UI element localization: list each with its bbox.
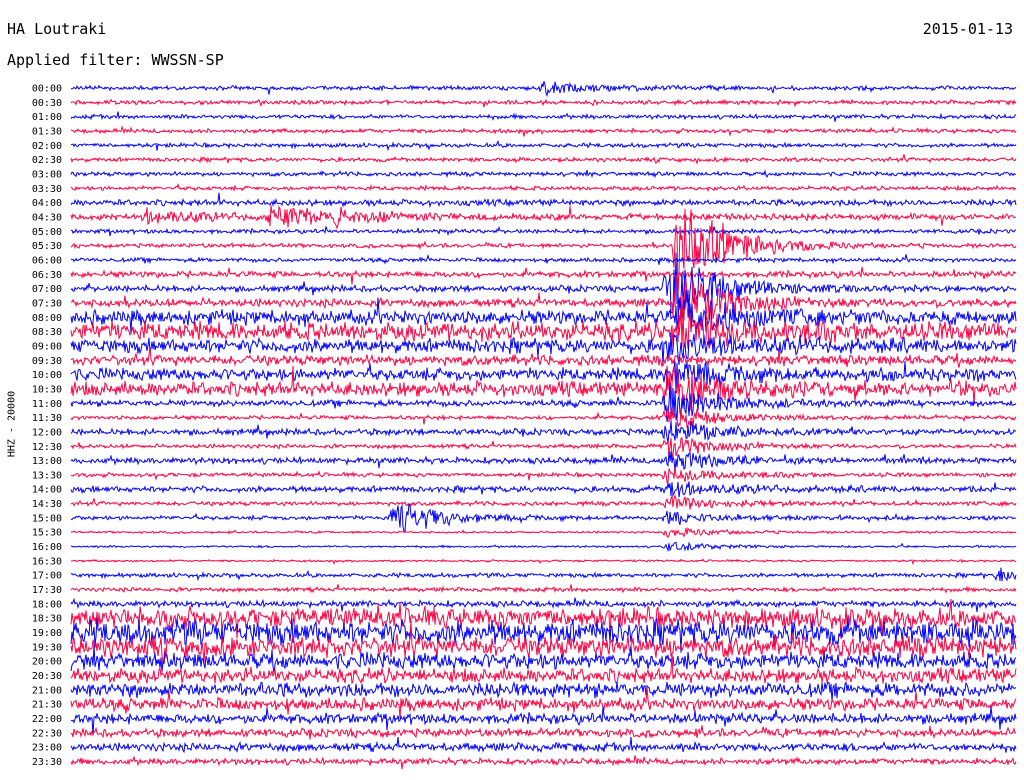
row-time-label: 01:30 bbox=[32, 126, 62, 137]
trace-line bbox=[70, 725, 1017, 740]
trace-line bbox=[70, 111, 1017, 122]
row-time-label: 19:30 bbox=[32, 642, 62, 653]
row-time-label: 19:00 bbox=[32, 628, 62, 639]
row-time-label: 06:00 bbox=[32, 255, 62, 266]
row-time-label: 13:00 bbox=[32, 456, 62, 467]
row-time-label: 16:30 bbox=[32, 556, 62, 567]
row-time-label: 11:00 bbox=[32, 399, 62, 410]
row-time-label: 06:30 bbox=[32, 270, 62, 281]
row-time-label: 18:30 bbox=[32, 614, 62, 625]
trace-line bbox=[70, 183, 1017, 193]
trace-line bbox=[71, 558, 1017, 566]
row-time-label: 05:30 bbox=[32, 241, 62, 252]
row-time-label: 17:00 bbox=[32, 571, 62, 582]
trace-line bbox=[70, 154, 1017, 165]
trace-line bbox=[71, 541, 1017, 553]
row-time-label: 13:30 bbox=[32, 470, 62, 481]
trace-line bbox=[70, 289, 1017, 335]
trace-line bbox=[70, 527, 1017, 538]
row-time-label: 12:30 bbox=[32, 442, 62, 453]
row-time-label: 23:00 bbox=[32, 743, 62, 754]
trace-line bbox=[70, 347, 1017, 368]
trace-line bbox=[70, 680, 1017, 702]
trace-line bbox=[70, 81, 1017, 98]
row-time-label: 14:00 bbox=[32, 485, 62, 496]
row-time-label: 01:00 bbox=[32, 112, 62, 123]
trace-line bbox=[70, 254, 1017, 265]
trace-line bbox=[70, 169, 1017, 179]
row-time-label: 07:30 bbox=[32, 298, 62, 309]
trace-line bbox=[71, 466, 1017, 483]
trace-line bbox=[70, 567, 1017, 582]
row-time-label: 15:30 bbox=[32, 528, 62, 539]
trace-line bbox=[70, 208, 1017, 297]
row-time-label: 00:30 bbox=[32, 98, 62, 109]
trace-line bbox=[70, 481, 1017, 498]
helicorder-plot: 00:00 00:30 01:00 01:30 02:00 02:30 03:00 03:30… bbox=[32, 81, 1017, 770]
trace-line bbox=[70, 125, 1017, 137]
row-time-label: 03:30 bbox=[32, 184, 62, 195]
trace-line bbox=[70, 503, 1017, 532]
trace-line bbox=[70, 274, 1017, 336]
row-time-label: 20:00 bbox=[32, 657, 62, 668]
row-time-label: 04:00 bbox=[32, 198, 62, 209]
trace-line bbox=[70, 192, 1017, 209]
row-time-label: 20:30 bbox=[32, 671, 62, 682]
row-time-label: 18:00 bbox=[32, 599, 62, 610]
row-time-label: 22:30 bbox=[32, 728, 62, 739]
row-time-label: 08:00 bbox=[32, 313, 62, 324]
row-time-label: 12:00 bbox=[32, 427, 62, 438]
row-time-label: 21:00 bbox=[32, 685, 62, 696]
trace-line bbox=[70, 736, 1017, 754]
row-time-label: 16:00 bbox=[32, 542, 62, 553]
row-time-label: 09:00 bbox=[32, 341, 62, 352]
row-time-label: 11:30 bbox=[32, 413, 62, 424]
row-time-label: 23:30 bbox=[32, 757, 62, 768]
row-time-label: 21:30 bbox=[32, 700, 62, 711]
row-time-label: 17:30 bbox=[32, 585, 62, 596]
row-time-label: 10:00 bbox=[32, 370, 62, 381]
row-time-label: 00:00 bbox=[32, 84, 62, 95]
row-time-label: 07:00 bbox=[32, 284, 62, 295]
row-time-label: 02:30 bbox=[32, 155, 62, 166]
trace-line bbox=[70, 494, 1017, 510]
row-time-label: 10:30 bbox=[32, 384, 62, 395]
trace-line bbox=[70, 406, 1017, 429]
row-time-label: 03:00 bbox=[32, 169, 62, 180]
trace-line bbox=[70, 755, 1017, 770]
row-time-label: 08:30 bbox=[32, 327, 62, 338]
trace-line bbox=[70, 266, 1017, 285]
row-time-label: 14:30 bbox=[32, 499, 62, 510]
row-time-label: 15:00 bbox=[32, 513, 62, 524]
trace-line bbox=[70, 451, 1017, 473]
trace-line bbox=[70, 98, 1017, 108]
row-time-label: 04:30 bbox=[32, 212, 62, 223]
trace-line bbox=[70, 437, 1017, 457]
row-time-label: 02:00 bbox=[32, 141, 62, 152]
trace-line bbox=[70, 140, 1017, 152]
trace-line bbox=[70, 225, 1017, 237]
row-time-label: 05:00 bbox=[32, 227, 62, 238]
trace-line bbox=[70, 420, 1017, 444]
trace-line bbox=[70, 205, 1017, 230]
row-time-label: 22:00 bbox=[32, 714, 62, 725]
trace-line bbox=[70, 584, 1017, 594]
trace-line bbox=[70, 706, 1017, 736]
row-time-label: 09:30 bbox=[32, 356, 62, 367]
trace-line bbox=[70, 597, 1017, 613]
